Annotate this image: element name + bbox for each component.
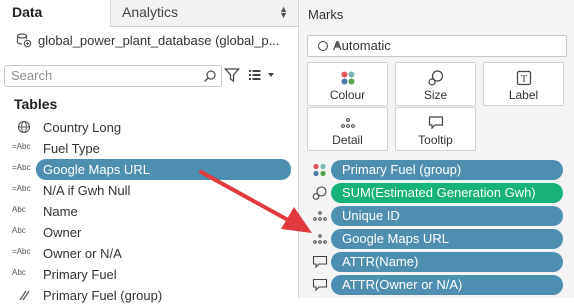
marks-card: Marks Automatic ▼ Colour Size T Label De… xyxy=(299,0,574,298)
pill-label: Unique ID xyxy=(342,208,400,223)
field-item[interactable]: Country Long xyxy=(0,117,298,138)
search-box[interactable] xyxy=(4,65,222,87)
field-item[interactable]: Primary Fuel (group) xyxy=(0,285,298,306)
filter-icon[interactable] xyxy=(224,67,240,83)
detail-icon[interactable] xyxy=(312,209,328,223)
string-type-icon: =Abc xyxy=(12,247,31,256)
detail-label: Detail xyxy=(332,133,363,147)
pill-label: SUM(Estimated Generation Gwh) xyxy=(342,185,536,200)
tooltip-icon xyxy=(428,116,443,130)
field-name: N/A if Gwh Null xyxy=(43,183,131,198)
group-icon xyxy=(19,290,30,301)
detail-icon[interactable] xyxy=(312,232,328,246)
shelf-item: ATTR(Name) xyxy=(299,251,574,273)
field-pill[interactable]: Primary Fuel (group) xyxy=(331,160,563,180)
label-label: Label xyxy=(508,88,539,102)
automatic-mark-icon xyxy=(318,41,328,51)
tab-data-label: Data xyxy=(12,4,43,20)
field-name: Country Long xyxy=(43,120,122,135)
tooltip-label: Tooltip xyxy=(418,133,453,147)
string-type-icon: =Abc xyxy=(12,184,31,193)
field-pill[interactable]: ATTR(Owner or N/A) xyxy=(331,275,563,295)
field-pill[interactable]: Unique ID xyxy=(331,206,563,226)
up-down-icon: ▲ ▼ xyxy=(279,4,288,20)
marks-title: Marks xyxy=(308,7,344,22)
detail-icon xyxy=(340,118,355,128)
field-pill[interactable]: SUM(Estimated Generation Gwh) xyxy=(331,183,563,203)
tab-analytics[interactable]: Analytics ▲ ▼ xyxy=(111,0,298,26)
colour-icon xyxy=(341,71,354,85)
view-options-icon[interactable] xyxy=(249,69,279,81)
shelf-item: Unique ID xyxy=(299,205,574,227)
tab-data[interactable]: Data xyxy=(0,0,111,27)
field-item[interactable]: =Abc Owner or N/A xyxy=(0,243,298,264)
field-item[interactable]: Abc Primary Fuel xyxy=(0,264,298,285)
tab-analytics-label: Analytics xyxy=(122,4,179,20)
field-name: Owner or N/A xyxy=(43,246,122,261)
pill-label: Primary Fuel (group) xyxy=(342,162,462,177)
field-item[interactable]: Abc Owner xyxy=(0,222,298,243)
data-pane: Data Analytics ▲ ▼ global_power_plant_dat… xyxy=(0,0,298,303)
string-type-icon: Abc xyxy=(12,205,26,214)
chevron-down-icon: ▼ xyxy=(333,40,342,50)
field-item[interactable]: =Abc Fuel Type xyxy=(0,138,298,159)
field-item[interactable]: =Abc Google Maps URL xyxy=(0,159,298,180)
shelf-item: ATTR(Owner or N/A) xyxy=(299,274,574,296)
svg-text:T: T xyxy=(520,74,526,85)
pill-label: Google Maps URL xyxy=(342,231,449,246)
pill-label: ATTR(Owner or N/A) xyxy=(342,277,463,292)
field-name: Fuel Type xyxy=(43,141,100,156)
globe-icon xyxy=(17,120,31,134)
field-name: Name xyxy=(43,204,78,219)
tooltip-button[interactable]: Tooltip xyxy=(395,107,476,151)
field-pill[interactable]: ATTR(Name) xyxy=(331,252,563,272)
size-icon xyxy=(427,70,443,86)
size-icon[interactable] xyxy=(312,186,328,200)
size-button[interactable]: Size xyxy=(395,62,476,106)
datasource-icon xyxy=(16,33,32,48)
detail-button[interactable]: Detail xyxy=(307,107,388,151)
label-button[interactable]: T Label xyxy=(483,62,564,106)
tables-header: Tables xyxy=(14,96,58,112)
tooltip-icon[interactable] xyxy=(312,255,328,269)
field-name: Owner xyxy=(43,225,82,240)
pane-tabs: Data Analytics ▲ ▼ xyxy=(0,0,298,27)
string-type-icon: =Abc xyxy=(12,142,31,151)
pill-label: ATTR(Name) xyxy=(342,254,419,269)
field-item[interactable]: Abc Name xyxy=(0,201,298,222)
string-type-icon: =Abc xyxy=(12,163,31,172)
colour-label: Colour xyxy=(329,88,366,102)
tooltip-icon[interactable] xyxy=(312,278,328,292)
shelf-item: Primary Fuel (group) xyxy=(299,159,574,181)
label-icon: T xyxy=(516,70,531,86)
shelf-item: Google Maps URL xyxy=(299,228,574,250)
field-pill[interactable]: Google Maps URL xyxy=(331,229,563,249)
string-type-icon: Abc xyxy=(12,268,26,277)
field-name: Primary Fuel (group) xyxy=(43,288,163,303)
size-label: Size xyxy=(423,88,448,102)
search-input[interactable] xyxy=(11,67,191,83)
string-type-icon: Abc xyxy=(12,226,26,235)
field-name: Google Maps URL xyxy=(43,162,150,177)
mark-type-dropdown[interactable]: Automatic ▼ xyxy=(307,35,567,57)
field-name: Primary Fuel xyxy=(43,267,117,282)
datasource-item[interactable]: global_power_plant_database (global_p... xyxy=(16,32,296,50)
field-item[interactable]: =Abc N/A if Gwh Null xyxy=(0,180,298,201)
search-icon xyxy=(203,70,216,83)
datasource-name: global_power_plant_database (global_p... xyxy=(38,33,280,48)
shelf-item: SUM(Estimated Generation Gwh) xyxy=(299,182,574,204)
colour-button[interactable]: Colour xyxy=(307,62,388,106)
colour-icon[interactable] xyxy=(312,163,328,177)
